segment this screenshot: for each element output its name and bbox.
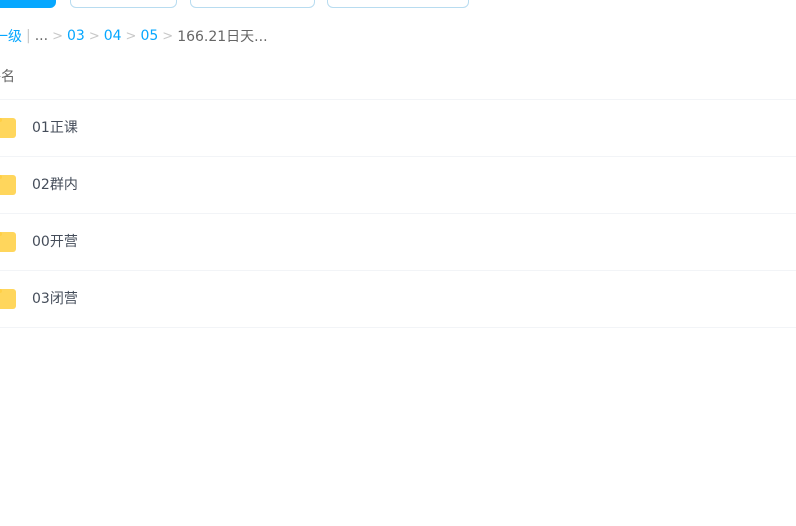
breadcrumb-current: 166.21日天...	[177, 29, 268, 45]
breadcrumb-more[interactable]: ...	[35, 28, 48, 44]
file-row[interactable]: 02群内	[0, 157, 796, 214]
folder-icon	[0, 118, 16, 138]
file-name[interactable]: 01正课	[32, 118, 78, 138]
breadcrumb-separator: >	[52, 28, 63, 44]
file-name[interactable]: 00开营	[32, 232, 78, 252]
file-row[interactable]: 03闭营	[0, 271, 796, 328]
breadcrumb-separator: >	[162, 28, 174, 44]
file-row[interactable]: 00开营	[0, 214, 796, 271]
column-header-name[interactable]: 件名	[0, 66, 15, 86]
toolbar-button-2[interactable]	[70, 0, 177, 8]
file-list: 01正课 02群内 00开营 03闭营	[0, 99, 796, 328]
breadcrumb-separator: >	[88, 28, 100, 44]
toolbar-primary-button[interactable]	[0, 0, 56, 8]
toolbar-button-3[interactable]	[190, 0, 315, 8]
breadcrumb-item-05[interactable]: 05	[140, 28, 158, 44]
toolbar	[0, 0, 796, 8]
file-name[interactable]: 03闭营	[32, 289, 78, 309]
breadcrumb-divider: |	[26, 28, 31, 44]
file-name[interactable]: 02群内	[32, 175, 78, 195]
file-row[interactable]: 01正课	[0, 100, 796, 157]
breadcrumb-item-04[interactable]: 04	[104, 28, 122, 44]
breadcrumb-parent-link[interactable]: 一级	[0, 26, 22, 46]
folder-icon	[0, 232, 16, 252]
folder-icon	[0, 175, 16, 195]
file-browser: 一级 | ... > 03 > 04 > 05 > 166.21日天... 件名…	[0, 0, 796, 526]
breadcrumb: 一级 | ... > 03 > 04 > 05 > 166.21日天...	[0, 26, 268, 46]
breadcrumb-separator: >	[125, 28, 137, 44]
breadcrumb-item-03[interactable]: 03	[67, 28, 85, 44]
folder-icon	[0, 289, 16, 309]
toolbar-button-4[interactable]	[327, 0, 469, 8]
